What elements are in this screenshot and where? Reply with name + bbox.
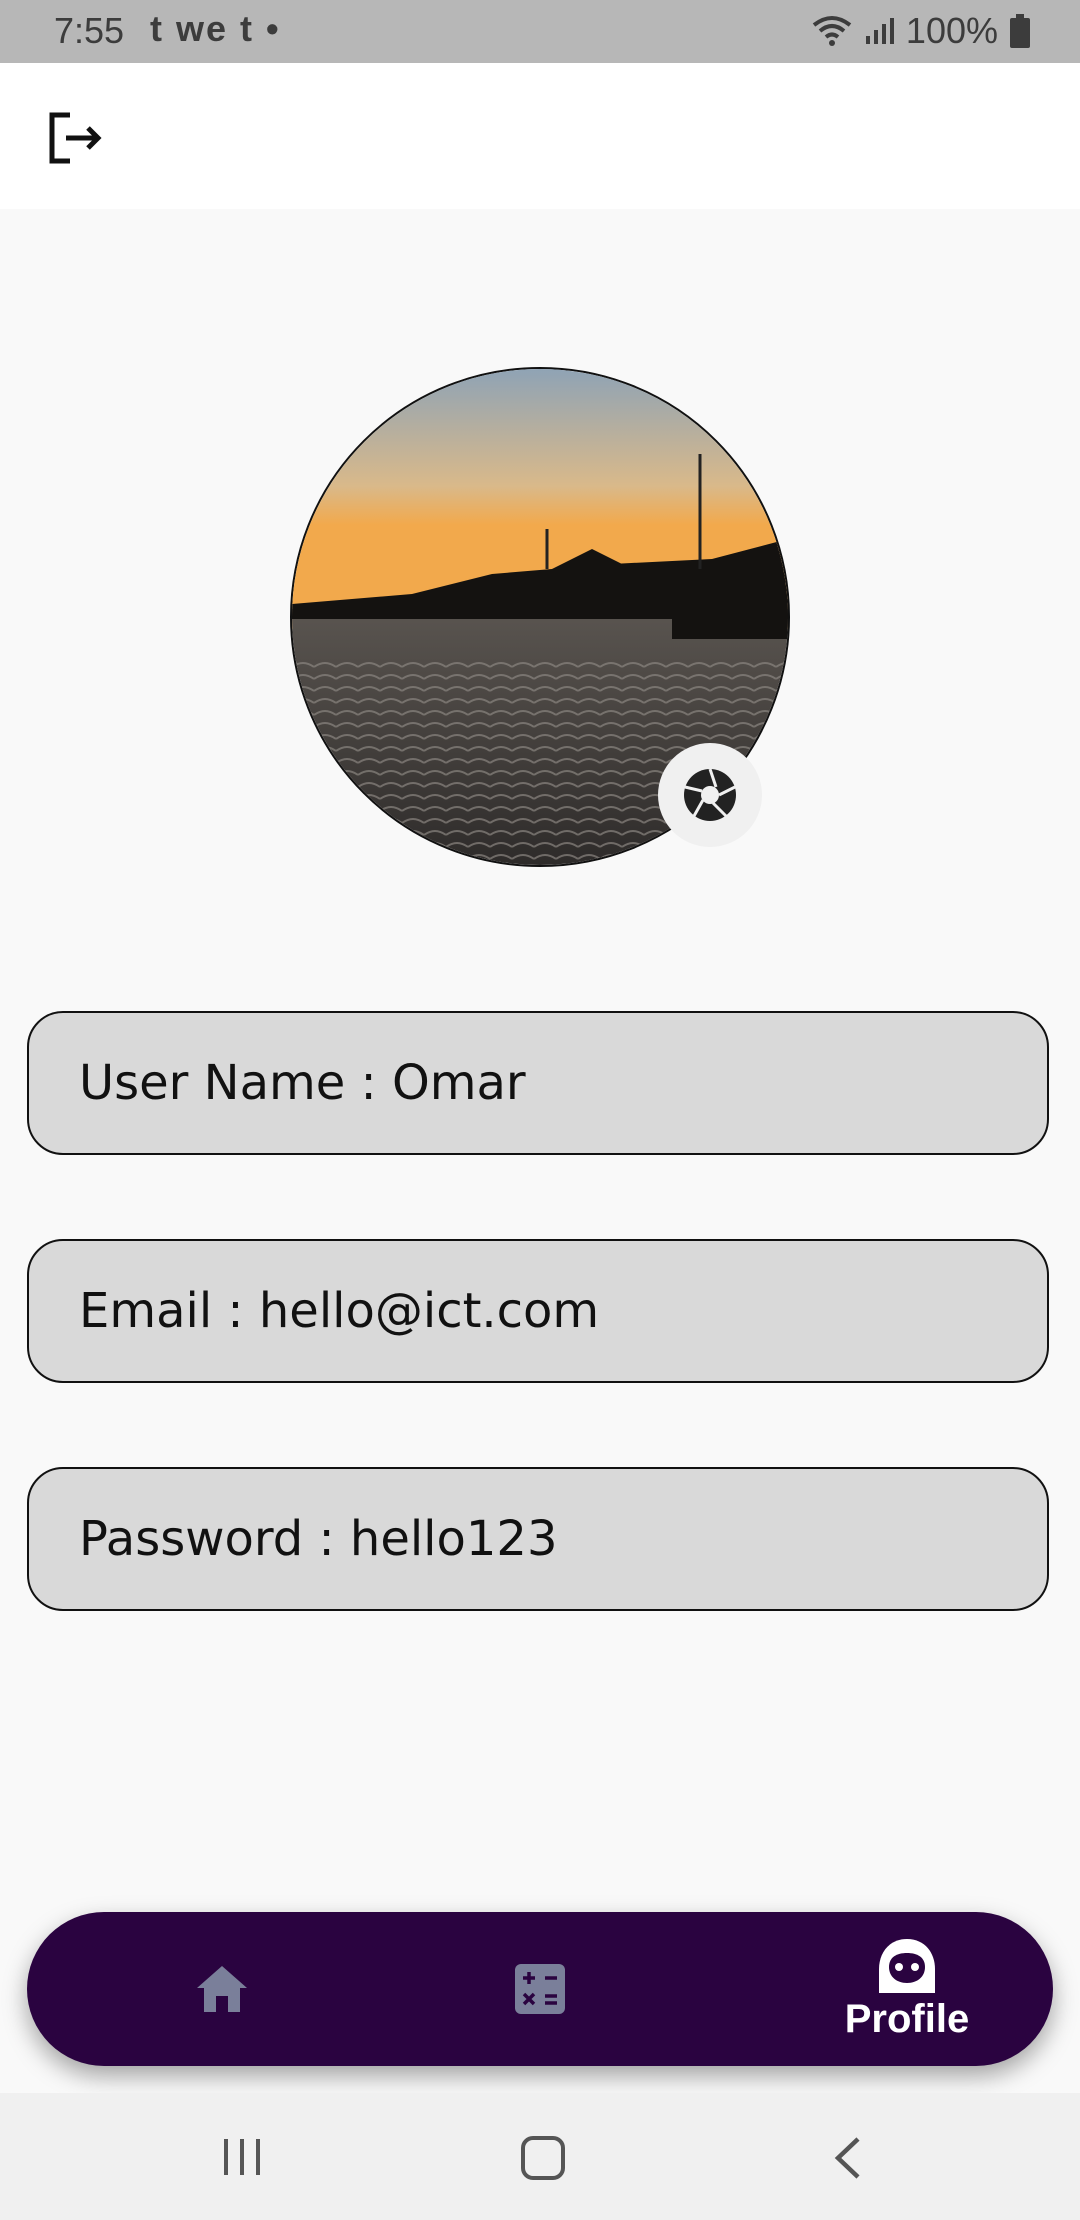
nav-label-profile: Profile	[844, 1996, 970, 2041]
profile-icon	[879, 1938, 935, 1993]
status-bar: 7:55 t we t • 100%	[0, 0, 1080, 63]
change-photo-button[interactable]	[658, 743, 762, 847]
app-bar	[0, 63, 1080, 209]
system-navigation-bar	[0, 2093, 1080, 2220]
home-button-icon[interactable]	[520, 2135, 566, 2181]
username-field[interactable]: User Name : Omar	[27, 1011, 1049, 1155]
recents-icon[interactable]	[220, 2137, 264, 2177]
logout-icon	[49, 112, 102, 164]
username-field-text: User Name : Omar	[79, 1055, 526, 1111]
battery-percent: 100%	[905, 10, 998, 51]
nav-item-calculator[interactable]	[445, 1912, 635, 2066]
nav-item-profile[interactable]: Profile	[792, 1912, 1022, 2066]
email-field-text: Email : hello@ict.com	[79, 1283, 600, 1339]
bottom-navigation: Profile	[27, 1912, 1053, 2066]
home-icon	[197, 1966, 247, 2012]
status-right: 100%	[812, 10, 1030, 52]
signal-icon	[865, 18, 894, 44]
email-field[interactable]: Email : hello@ict.com	[27, 1239, 1049, 1383]
notification-icons: t we t •	[150, 8, 281, 49]
back-icon[interactable]	[828, 2135, 868, 2181]
status-time: 7:55	[54, 10, 125, 51]
nav-item-home[interactable]	[127, 1912, 317, 2066]
password-field-text: Password : hello123	[79, 1511, 558, 1567]
password-field[interactable]: Password : hello123	[27, 1467, 1049, 1611]
camera-shutter-icon	[684, 768, 736, 821]
wifi-icon	[812, 16, 852, 46]
logout-button[interactable]	[40, 103, 110, 173]
calculator-icon	[515, 1964, 565, 2014]
profile-avatar-container	[290, 367, 790, 867]
battery-icon	[1010, 14, 1030, 48]
